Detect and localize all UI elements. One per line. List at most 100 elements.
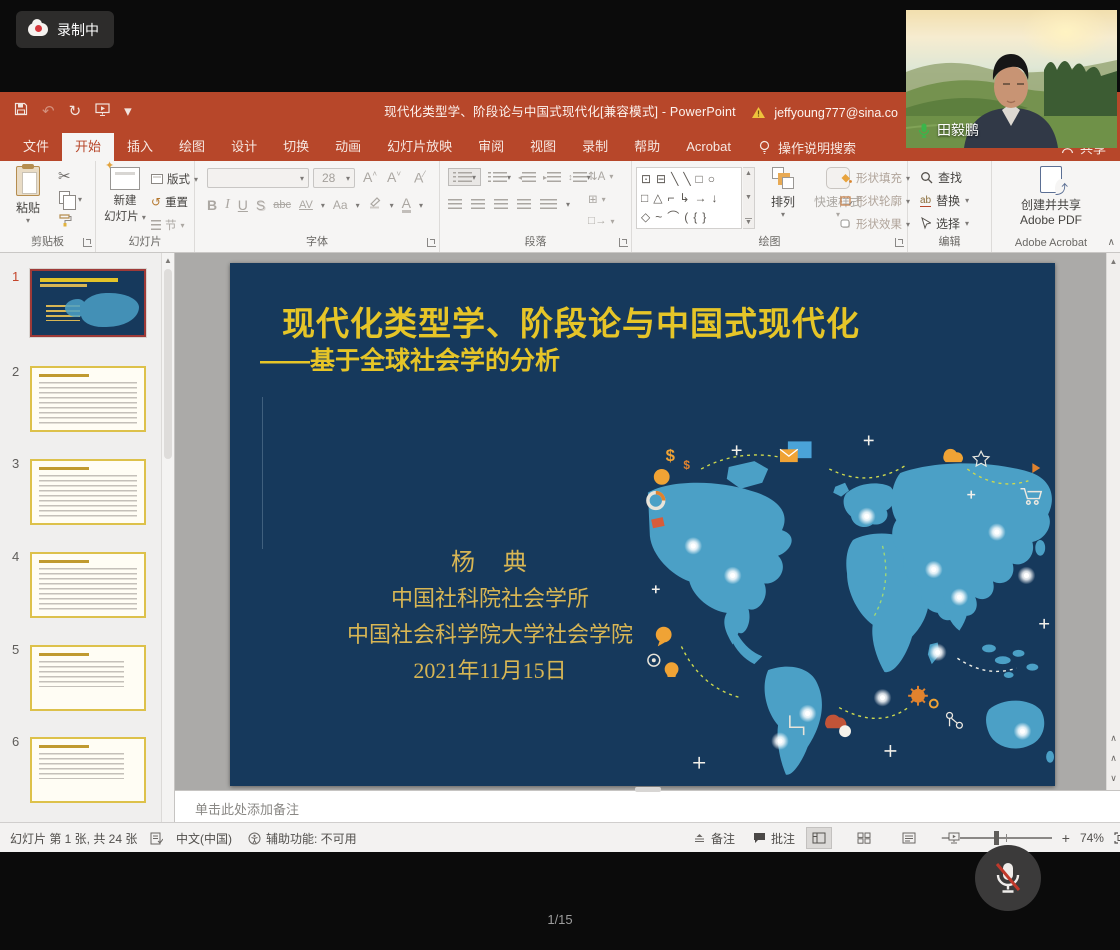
fit-to-window-icon[interactable]	[1114, 832, 1120, 844]
tab-view[interactable]: 视图	[517, 133, 569, 161]
shapes-gallery-scroll[interactable]: ▲ ▼ ▼	[743, 167, 755, 229]
underline-button[interactable]: U	[238, 197, 248, 213]
grow-font-icon[interactable]: A˄	[363, 169, 377, 185]
tab-review[interactable]: 审阅	[465, 133, 517, 161]
gallery-up-icon[interactable]: ▲	[745, 170, 752, 177]
thumbnail-slide-5[interactable]	[30, 645, 146, 711]
notes-toggle[interactable]: 备注	[693, 823, 735, 853]
align-right-button[interactable]	[494, 199, 508, 209]
zoom-level[interactable]: 74%	[1080, 831, 1104, 845]
comments-toggle[interactable]: 批注	[753, 823, 795, 853]
thumbnail-slide-3[interactable]	[30, 459, 146, 525]
numbering-button[interactable]: ▾	[488, 172, 511, 182]
tab-draw[interactable]: 绘图	[166, 133, 218, 161]
thumbnail-slide-4[interactable]	[30, 552, 146, 618]
webcam-video[interactable]: 田毅鹏	[906, 10, 1117, 148]
columns-dropdown-icon[interactable]: ▾	[566, 200, 570, 209]
tab-insert[interactable]: 插入	[114, 133, 166, 161]
increase-indent-button[interactable]: ▸	[543, 172, 561, 182]
editor-scrollbar[interactable]: ▲ ∧∧∨	[1106, 253, 1120, 790]
spellcheck-icon[interactable]	[150, 823, 163, 853]
slide-canvas[interactable]: 现代化类型学、阶段论与中国式现代化 ——基于全球社会学的分析 杨 典 中国社科院…	[230, 263, 1055, 786]
gallery-more-icon[interactable]: ▼	[745, 218, 752, 226]
zoom-out-icon[interactable]: −	[941, 830, 950, 847]
clear-formatting-icon[interactable]: A⁄	[414, 169, 425, 186]
select-button[interactable]: 选择▾	[920, 215, 969, 232]
tab-home[interactable]: 开始	[62, 133, 114, 161]
strikethrough-button[interactable]: abc	[273, 199, 291, 211]
notes-pane[interactable]: 单击此处添加备注	[175, 790, 1120, 822]
paste-button[interactable]: 粘贴 ▾	[6, 166, 50, 225]
shape-outline-button[interactable]: 形状轮廓▾	[840, 193, 910, 209]
clipboard-dialog-launcher[interactable]	[83, 238, 92, 247]
font-color-button[interactable]: A	[402, 197, 411, 213]
find-button[interactable]: 查找	[920, 169, 962, 186]
align-text-button[interactable]: ⊞▾	[588, 192, 606, 206]
shape-fill-button[interactable]: 形状填充▾	[840, 170, 910, 186]
text-direction-button[interactable]: ⇅A▾	[588, 169, 613, 183]
italic-button[interactable]: I	[225, 197, 230, 213]
decrease-indent-button[interactable]: ◂	[518, 172, 536, 182]
slide-sorter-view-button[interactable]	[851, 827, 877, 849]
create-pdf-button[interactable]: 创建并共享 Adobe PDF	[1012, 166, 1090, 227]
slide-counter[interactable]: 幻灯片 第 1 张, 共 24 张	[10, 823, 137, 853]
tell-me-search[interactable]: 操作说明搜索	[758, 133, 856, 161]
section-button[interactable]: 节▾	[151, 217, 185, 233]
scroll-up-icon[interactable]: ▲	[162, 256, 174, 265]
copy-dropdown-icon[interactable]: ▾	[78, 195, 82, 204]
highlight-button[interactable]	[368, 196, 382, 214]
font-name-combo[interactable]: ▾	[207, 168, 309, 188]
tab-animations[interactable]: 动画	[322, 133, 374, 161]
tab-slideshow[interactable]: 幻灯片放映	[374, 133, 465, 161]
normal-view-button[interactable]	[806, 827, 832, 849]
tab-help[interactable]: 帮助	[621, 133, 673, 161]
layout-button[interactable]: 版式▾	[151, 171, 198, 187]
language-indicator[interactable]: 中文(中国)	[176, 823, 232, 853]
replace-button[interactable]: ab 替换▾	[920, 192, 969, 209]
zoom-slider[interactable]	[960, 837, 1052, 839]
reset-button[interactable]: ↺ 重置	[151, 194, 188, 210]
bullets-button[interactable]: ▾	[448, 168, 481, 186]
cut-icon[interactable]: ✂	[58, 167, 71, 185]
change-case-button[interactable]: Aa	[333, 198, 348, 212]
tab-design[interactable]: 设计	[218, 133, 270, 161]
bold-button[interactable]: B	[207, 197, 217, 213]
collapse-ribbon-icon[interactable]: ∧	[1108, 237, 1115, 248]
drawing-dialog-launcher[interactable]	[895, 238, 904, 247]
font-dialog-launcher[interactable]	[427, 238, 436, 247]
copy-icon[interactable]	[59, 191, 70, 204]
paragraph-dialog-launcher[interactable]	[619, 238, 628, 247]
notes-splitter-handle[interactable]	[635, 787, 661, 792]
zoom-in-icon[interactable]: +	[1062, 830, 1070, 846]
gallery-down-icon[interactable]: ▼	[745, 194, 752, 201]
shape-effects-button[interactable]: 形状效果▾	[840, 216, 910, 232]
thumbnail-scrollbar[interactable]: ▲	[161, 253, 174, 822]
tab-record[interactable]: 录制	[569, 133, 621, 161]
account-info[interactable]: jeffyoung777@sina.co	[751, 92, 898, 133]
mute-button[interactable]	[975, 845, 1041, 911]
tab-transitions[interactable]: 切换	[270, 133, 322, 161]
text-shadow-button[interactable]: S	[256, 197, 265, 213]
new-slide-button[interactable]: 新建 幻灯片 ▾	[100, 167, 150, 224]
thumbnail-slide-6[interactable]	[30, 737, 146, 803]
justify-button[interactable]	[517, 199, 531, 209]
slide-nav-buttons[interactable]: ∧∧∨	[1107, 733, 1120, 784]
thumbnail-slide-2[interactable]	[30, 366, 146, 432]
reading-view-button[interactable]	[896, 827, 922, 849]
font-size-combo[interactable]: 28▾	[313, 168, 355, 188]
scroll-thumb[interactable]	[164, 269, 172, 459]
accessibility-status[interactable]: 辅助功能: 不可用	[248, 823, 357, 853]
shapes-gallery[interactable]: ⊡⊟╲╲□○ □△⌐↳→↓ ◇~⌒({}	[636, 167, 742, 229]
tab-file[interactable]: 文件	[10, 133, 62, 161]
char-spacing-button[interactable]: AV	[299, 199, 313, 211]
align-center-button[interactable]	[471, 199, 485, 209]
columns-button[interactable]	[540, 199, 557, 209]
align-left-button[interactable]	[448, 199, 462, 209]
format-painter-icon[interactable]	[58, 213, 73, 232]
zoom-slider-knob[interactable]	[994, 831, 999, 845]
shrink-font-icon[interactable]: A˅	[387, 169, 401, 185]
thumbnail-slide-1[interactable]	[30, 269, 146, 337]
arrange-button[interactable]: 排列 ▾	[760, 167, 806, 219]
tab-acrobat[interactable]: Acrobat	[673, 133, 744, 161]
convert-smartart-button[interactable]: □→▾	[588, 215, 614, 227]
